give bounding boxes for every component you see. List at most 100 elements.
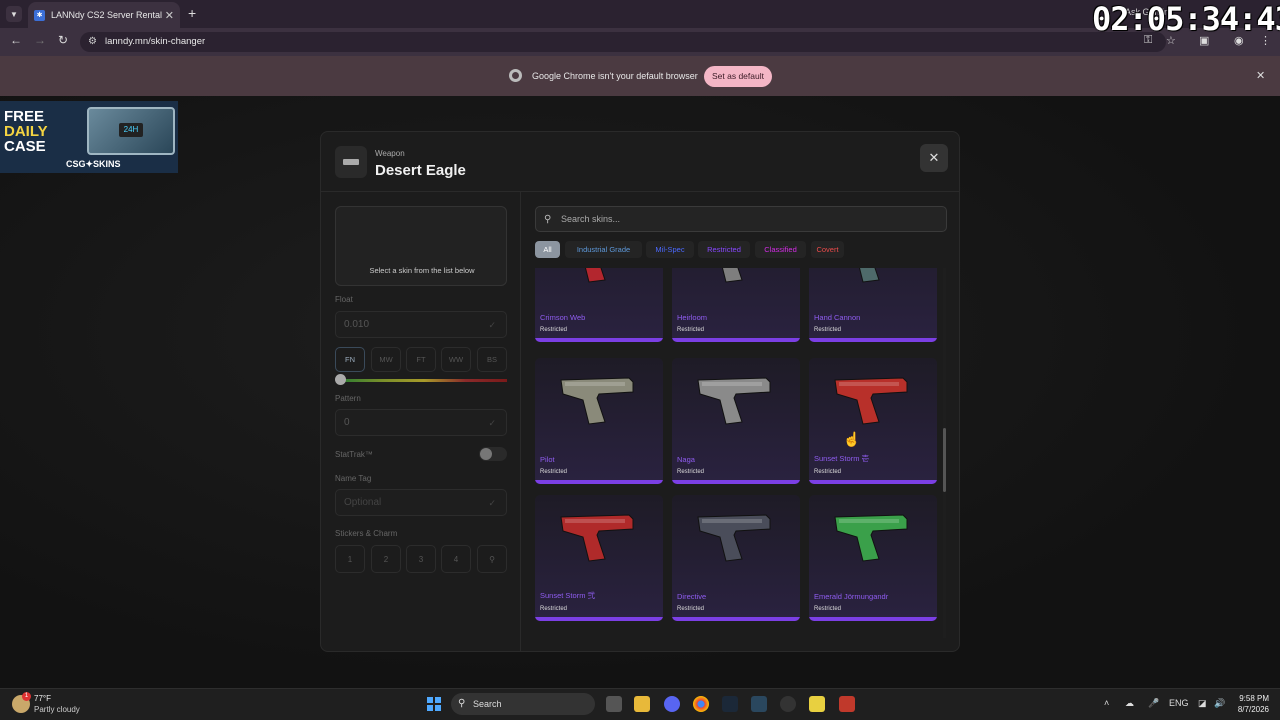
tray-chevron-icon[interactable]: ˄ — [1104, 698, 1109, 708]
tab-title: LANNdy CS2 Server Rental — [51, 10, 163, 20]
skin-card[interactable]: Sunset Storm 弐 Restricted — [535, 495, 663, 621]
skin-name: Sunset Storm 壱 — [814, 454, 870, 463]
sticker-slot-2[interactable]: 2 — [371, 545, 401, 573]
search-placeholder: Search skins... — [561, 214, 621, 224]
rarity-bar — [535, 480, 663, 484]
steam-icon-2[interactable] — [751, 696, 767, 712]
skin-card[interactable]: Naga Restricted — [672, 358, 800, 484]
skin-name: Crimson Web — [540, 313, 586, 322]
weather-desc[interactable]: Partly cloudy — [34, 705, 80, 714]
stattrak-label: StatTrak™ — [335, 450, 373, 459]
back-arrow-icon[interactable]: ← — [10, 33, 22, 47]
ad-brand: CSG✦SKINS — [66, 159, 121, 169]
sticker-slot-3[interactable]: 3 — [406, 545, 436, 573]
forward-arrow-icon[interactable]: → — [34, 33, 46, 47]
pistol-icon — [858, 268, 880, 283]
skin-search-input[interactable]: ⚲ Search skins... — [535, 206, 947, 232]
skin-card[interactable]: Sunset Storm 壱 Restricted — [809, 358, 937, 484]
skin-card[interactable]: Pilot Restricted — [535, 358, 663, 484]
chrome-logo-icon — [509, 69, 522, 82]
rarity-bar — [809, 480, 937, 484]
weather-temp[interactable]: 77°F — [34, 694, 51, 703]
float-slider-handle[interactable] — [335, 374, 346, 385]
nametag-label: Name Tag — [335, 474, 372, 483]
rarity-bar — [535, 338, 663, 342]
sticker-slot-4[interactable]: 4 — [441, 545, 471, 573]
steam-icon[interactable] — [722, 696, 738, 712]
skin-card[interactable]: Crimson Web Restricted — [535, 268, 663, 342]
wear-button-fn[interactable]: FN — [335, 347, 365, 372]
clock-date[interactable]: 8/7/2026 — [1227, 705, 1269, 714]
filter-all[interactable]: All — [535, 241, 560, 258]
shield-app-icon[interactable] — [839, 696, 855, 712]
free-daily-case-ad[interactable]: FREE DAILY CASE 24H CSG✦SKINS — [0, 101, 178, 173]
browser-toolbar: ← → ↻ ⚙ lanndy.mn/skin-changer ⚿ ☆ ▣ ◉ ⋮ — [0, 28, 1280, 56]
app-icon[interactable] — [809, 696, 825, 712]
obs-icon[interactable] — [780, 696, 796, 712]
rarity-bar — [535, 617, 663, 621]
skin-changer-modal: Weapon Desert Eagle ✕ Select a skin from… — [320, 131, 960, 652]
case-image: 24H — [87, 107, 175, 155]
skin-rarity: Restricted — [814, 327, 842, 333]
windows-start-icon[interactable] — [427, 697, 441, 711]
nametag-input[interactable]: Optional ✓ — [335, 489, 507, 516]
task-view-icon[interactable] — [606, 696, 622, 712]
set-as-default-button[interactable]: Set as default — [704, 66, 772, 87]
skin-rarity: Restricted — [677, 469, 705, 475]
wifi-icon[interactable]: ◪ — [1198, 698, 1207, 709]
skin-card[interactable]: Hand Cannon Restricted — [809, 268, 937, 342]
pistol-icon — [834, 514, 908, 562]
skin-name: Naga — [677, 455, 695, 464]
filter-restricted[interactable]: Restricted — [698, 241, 750, 258]
skin-rarity: Restricted — [540, 469, 568, 475]
microphone-icon[interactable]: 🎤 — [1148, 698, 1159, 709]
filter-covert[interactable]: Covert — [811, 241, 844, 258]
close-icon[interactable]: ✕ — [920, 144, 948, 172]
browser-tab[interactable]: ✱ LANNdy CS2 Server Rental ✕ — [28, 2, 180, 28]
float-slider-track[interactable] — [341, 379, 507, 382]
wear-button-bs[interactable]: BS — [477, 347, 507, 372]
cloud-icon[interactable]: ☁ — [1125, 698, 1134, 709]
file-explorer-icon[interactable] — [634, 696, 650, 712]
skin-name: Directive — [677, 592, 707, 601]
tab-search-button[interactable]: ▼ — [6, 6, 22, 22]
filter-mil-spec[interactable]: Mil-Spec — [646, 241, 694, 258]
preview-hint: Select a skin from the list below — [369, 266, 475, 275]
wear-button-mw[interactable]: MW — [371, 347, 401, 372]
wear-button-ft[interactable]: FT — [406, 347, 436, 372]
skin-card[interactable]: Emerald Jörmungandr Restricted — [809, 495, 937, 621]
site-info-icon[interactable]: ⚙ — [88, 32, 97, 52]
sticker-slot-1[interactable]: 1 — [335, 545, 365, 573]
float-input[interactable]: 0.010 ✓ — [335, 311, 507, 338]
filter-classified[interactable]: Classified — [755, 241, 806, 258]
grid-scrollbar-thumb[interactable] — [943, 428, 946, 492]
weapon-label: Weapon — [375, 149, 405, 158]
wear-button-ww[interactable]: WW — [441, 347, 471, 372]
reload-icon[interactable]: ↻ — [58, 33, 68, 47]
pattern-input[interactable]: 0 ✓ — [335, 409, 507, 436]
pattern-label: Pattern — [335, 394, 361, 403]
language-indicator[interactable]: ENG — [1169, 698, 1189, 708]
discord-icon[interactable] — [664, 696, 680, 712]
page-body: FREE DAILY CASE 24H CSG✦SKINS Weapon Des… — [0, 96, 1280, 688]
skin-rarity: Restricted — [814, 606, 842, 612]
stickers-label: Stickers & Charm — [335, 529, 398, 538]
rarity-bar — [672, 338, 800, 342]
volume-icon[interactable]: 🔊 — [1214, 698, 1225, 709]
rarity-bar — [809, 338, 937, 342]
new-tab-button[interactable]: + — [188, 5, 196, 21]
stattrak-toggle[interactable] — [479, 447, 507, 461]
charm-slot-key-icon[interactable]: ⚲ — [477, 545, 507, 573]
filter-industrial-grade[interactable]: Industrial Grade — [565, 241, 642, 258]
skin-card[interactable]: Heirloom Restricted — [672, 268, 800, 342]
address-bar[interactable]: ⚙ lanndy.mn/skin-changer — [80, 32, 1166, 52]
infobar-close-icon[interactable]: ✕ — [1256, 69, 1265, 82]
clock-time[interactable]: 9:58 PM — [1233, 694, 1269, 703]
taskbar-search[interactable]: ⚲ Search — [451, 693, 595, 715]
close-tab-icon[interactable]: ✕ — [165, 9, 174, 22]
skin-card[interactable]: Directive Restricted — [672, 495, 800, 621]
skin-name: Emerald Jörmungandr — [814, 592, 889, 601]
chrome-icon[interactable] — [693, 696, 709, 712]
search-icon: ⚲ — [458, 698, 466, 709]
url-text: lanndy.mn/skin-changer — [105, 36, 206, 47]
